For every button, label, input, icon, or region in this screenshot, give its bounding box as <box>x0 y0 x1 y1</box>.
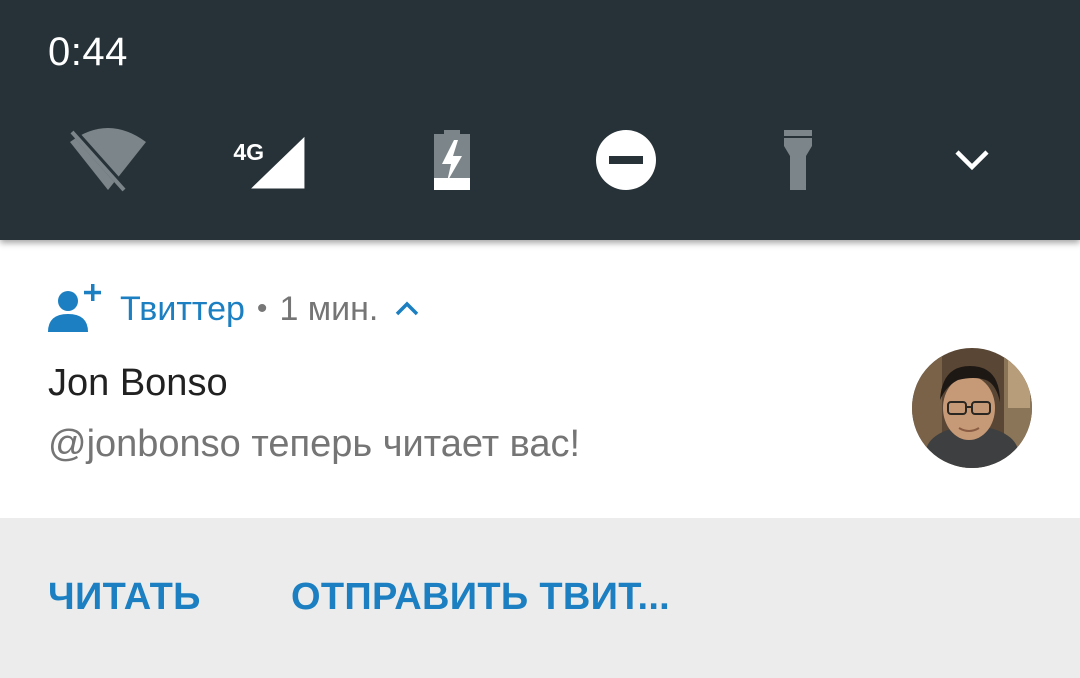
flashlight-icon <box>784 130 812 190</box>
network-type-label: 4G <box>233 139 264 165</box>
person-add-icon <box>48 284 101 332</box>
do-not-disturb-tile[interactable] <box>586 122 666 198</box>
header-separator: • <box>256 292 268 325</box>
notification-card[interactable]: Твиттер • 1 мин. Jon Bonso @jonbonso теп… <box>0 240 1080 518</box>
follow-back-button[interactable]: ЧИТАТЬ <box>48 576 201 619</box>
chevron-down-icon <box>955 150 989 171</box>
wifi-off-icon <box>70 128 146 192</box>
cellular-signal-icon: 4G <box>233 136 305 189</box>
notification-header[interactable]: Твиттер • 1 мин. <box>48 284 420 334</box>
wifi-tile[interactable] <box>68 122 148 198</box>
notification-actions: ЧИТАТЬ ОТПРАВИТЬ ТВИТ... <box>0 518 1080 678</box>
do-not-disturb-icon <box>596 130 656 190</box>
battery-tile[interactable] <box>412 122 492 198</box>
expand-button[interactable] <box>932 122 1012 198</box>
notification-text: @jonbonso теперь читает вас! <box>48 423 581 465</box>
status-clock: 0:44 <box>48 30 128 74</box>
quick-settings-shade: 0:44 4G <box>0 0 1080 240</box>
send-tweet-button[interactable]: ОТПРАВИТЬ ТВИТ... <box>291 576 670 619</box>
flashlight-tile[interactable] <box>758 122 838 198</box>
notification-time: 1 мин. <box>279 289 379 328</box>
user-avatar <box>912 348 1032 468</box>
avatar <box>912 348 1032 468</box>
battery-charging-icon <box>434 130 470 190</box>
cellular-tile[interactable]: 4G <box>228 122 308 198</box>
app-name: Твиттер <box>120 289 245 328</box>
chevron-up-icon[interactable] <box>394 299 420 319</box>
notification-title: Jon Bonso <box>48 362 228 404</box>
